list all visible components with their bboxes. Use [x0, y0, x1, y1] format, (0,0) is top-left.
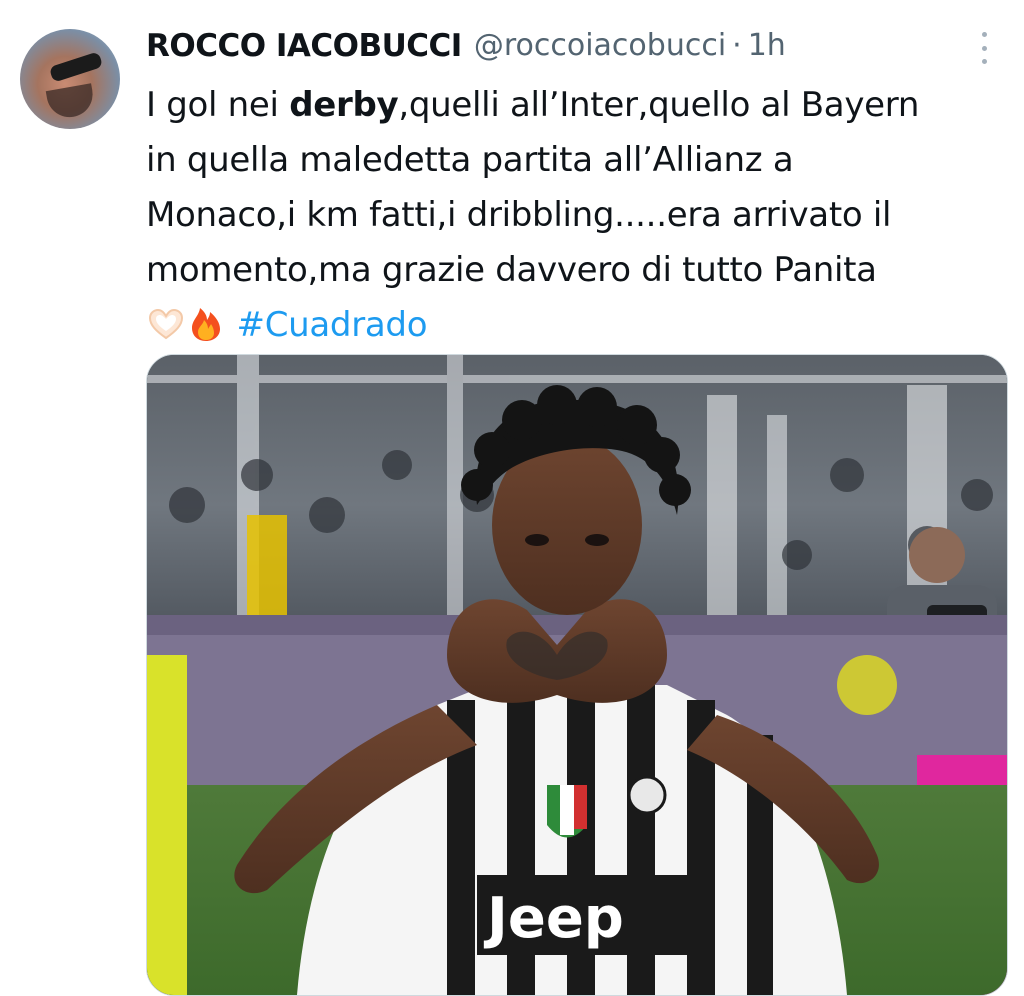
photo-illustration: las Jeep [147, 355, 1007, 995]
avatar-beard [45, 83, 97, 121]
tweet-media-photo[interactable]: las Jeep [146, 354, 1008, 996]
bold-word: derby [289, 85, 399, 125]
hashtag-link[interactable]: #Cuadrado [237, 305, 428, 345]
avatar[interactable] [20, 29, 120, 129]
tweet-header: ROCCO IACOBUCCI @roccoiacobucci · 1h [146, 22, 786, 70]
timestamp[interactable]: 1h [748, 22, 786, 70]
fire-icon [186, 304, 226, 344]
display-name[interactable]: ROCCO IACOBUCCI [146, 22, 462, 70]
tweet-text: I gol nei derby,quelli all’Inter,quello … [146, 78, 996, 353]
tweet-text-line-3: Monaco,i km fatti,i dribbling.....era ar… [146, 195, 892, 235]
tweet-text-line-4: momento,ma grazie davvero di tutto Panit… [146, 250, 877, 290]
tweet[interactable]: ROCCO IACOBUCCI @roccoiacobucci · 1h I g… [0, 0, 1024, 996]
tweet-text-line-1: I gol nei derby,quelli all’Inter,quello … [146, 85, 920, 125]
jersey-text: Jeep [483, 886, 624, 951]
heart-hands-icon [146, 304, 186, 344]
separator-dot: · [732, 28, 742, 63]
user-handle[interactable]: @roccoiacobucci [474, 22, 726, 70]
avatar-glasses [48, 51, 104, 83]
more-options-icon[interactable] [976, 32, 992, 64]
tweet-text-line-5: #Cuadrado [146, 298, 996, 353]
tweet-text-line-2: in quella maledetta partita all’Allianz … [146, 140, 794, 180]
